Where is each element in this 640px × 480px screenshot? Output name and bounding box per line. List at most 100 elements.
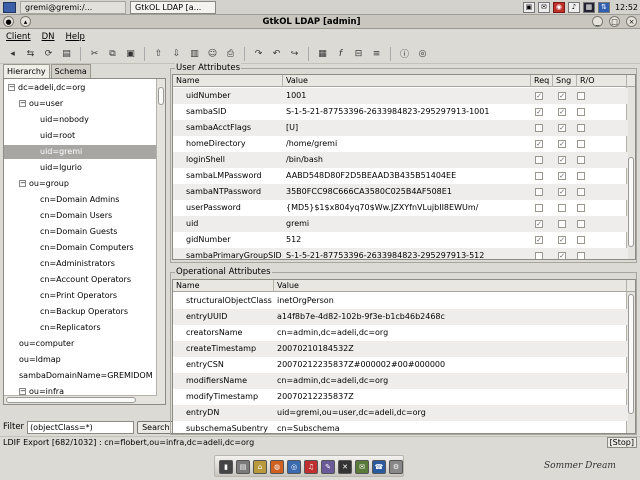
req-checkbox[interactable] <box>535 188 543 196</box>
upload-icon[interactable]: ⇧ <box>151 46 166 61</box>
ldif-icon[interactable]: ≡ <box>369 46 384 61</box>
tab-schema[interactable]: Schema <box>50 64 91 78</box>
ro-checkbox[interactable] <box>577 172 585 180</box>
attribute-value[interactable]: S-1-5-21-87753396-2633984823-295297913-1… <box>283 104 531 120</box>
table-row[interactable]: subschemaSubentry cn=Subschema <box>173 421 628 433</box>
tree-node[interactable]: cn=Account Operators <box>40 273 131 287</box>
table-icon[interactable]: ▦ <box>315 46 330 61</box>
minimize-icon[interactable]: _ <box>592 16 603 27</box>
sng-checkbox[interactable]: ✓ <box>558 108 566 116</box>
table-row[interactable]: sambaPrimaryGroupSID S-1-5-21-87753396-26… <box>173 248 628 259</box>
attribute-value[interactable]: AABD548D80F2D5BEAAD3B435B51404EE <box>283 168 531 184</box>
dock-mail-icon[interactable]: ✉ <box>355 460 369 474</box>
col-value[interactable]: Value <box>283 75 531 87</box>
req-checkbox[interactable] <box>535 172 543 180</box>
task-terminal[interactable]: gremi@gremi:/... <box>20 0 126 14</box>
document-icon[interactable]: ▤ <box>59 46 74 61</box>
attribute-value[interactable]: 1001 <box>283 88 531 104</box>
req-checkbox[interactable] <box>535 156 543 164</box>
tree-collapse-icon[interactable]: − <box>8 84 15 91</box>
req-checkbox[interactable] <box>535 252 543 259</box>
connect-icon[interactable]: ⇆ <box>23 46 38 61</box>
col-req[interactable]: Req <box>531 75 553 87</box>
col-ro[interactable]: R/O <box>577 75 627 87</box>
table-row[interactable]: modifiersName cn=admin,dc=adeli,dc=org <box>173 373 628 389</box>
redo-icon[interactable]: ↷ <box>251 46 266 61</box>
menu-dn[interactable]: DN <box>42 32 55 42</box>
tree-node[interactable]: cn=Backup Operators <box>40 305 128 319</box>
tree-node[interactable]: cn=Domain Computers <box>40 241 134 255</box>
schema-icon[interactable]: ▥ <box>187 46 202 61</box>
tree-collapse-icon[interactable]: − <box>19 388 26 395</box>
req-checkbox[interactable] <box>535 124 543 132</box>
shade-icon[interactable]: ▴ <box>20 16 31 27</box>
dock-settings-icon[interactable]: ⚙ <box>389 460 403 474</box>
tree-horizontal-scrollbar[interactable] <box>4 395 157 404</box>
attribute-value[interactable]: S-1-5-21-87753396-2633984823-295297913-5… <box>283 248 531 259</box>
tree-hscroll-thumb[interactable] <box>6 397 136 403</box>
col-sng[interactable]: Sng <box>553 75 577 87</box>
ro-checkbox[interactable] <box>577 188 585 196</box>
tree-node[interactable]: cn=Domain Users <box>40 209 112 223</box>
function-icon[interactable]: f <box>333 46 348 61</box>
tree-node[interactable]: uid=gremi <box>4 145 157 159</box>
tree-node[interactable]: cn=Print Operators <box>40 289 117 303</box>
dock-home-icon[interactable]: ⌂ <box>253 460 267 474</box>
table-row[interactable]: userPassword {MD5}$1$x804yq70$Ww.JZXYfnVL… <box>173 200 628 216</box>
tree-collapse-icon[interactable]: − <box>19 100 26 107</box>
sng-checkbox[interactable]: ✓ <box>558 140 566 148</box>
table-row[interactable]: uid gremi ✓ <box>173 216 628 232</box>
tree-node[interactable]: ou=computer <box>19 337 74 351</box>
attribute-value[interactable]: /home/gremi <box>283 136 531 152</box>
user-attributes-table[interactable]: Name Value Req Sng R/O uidNumber 1001 ✓ ✓ sa… <box>172 74 636 260</box>
dock-x-icon[interactable]: ✕ <box>338 460 352 474</box>
table-row[interactable]: modifyTimestamp 20070212235837Z <box>173 389 628 405</box>
table-row[interactable]: sambaLMPassword AABD548D80F2D5BEAAD3B435B… <box>173 168 628 184</box>
attribute-value[interactable]: gremi <box>283 216 531 232</box>
table-row[interactable]: createTimestamp 20070210184532Z <box>173 341 628 357</box>
req-checkbox[interactable]: ✓ <box>535 236 543 244</box>
table-row[interactable]: sambaNTPassword 35B0FCC98C666CA3580C025B4… <box>173 184 628 200</box>
attribute-value[interactable]: [U] <box>283 120 531 136</box>
attribute-value[interactable]: 35B0FCC98C666CA3580C025B4AF508E1 <box>283 184 531 200</box>
table-row[interactable]: entryDN uid=gremi,ou=user,dc=adeli,dc=org <box>173 405 628 421</box>
tray-monitor-icon[interactable]: ▦ <box>582 1 595 13</box>
dock-irc-icon[interactable]: ☎ <box>372 460 386 474</box>
tree-node[interactable]: − ou=user <box>19 97 63 111</box>
tree-node[interactable]: cn=Replicators <box>40 321 101 335</box>
ro-checkbox[interactable] <box>577 236 585 244</box>
ro-checkbox[interactable] <box>577 108 585 116</box>
copy-icon[interactable]: ⧉ <box>105 46 120 61</box>
ro-checkbox[interactable] <box>577 140 585 148</box>
stop-button[interactable]: [Stop] <box>606 437 637 448</box>
tree-node[interactable]: cn=Domain Admins <box>40 193 119 207</box>
col-op-name[interactable]: Name <box>173 280 274 292</box>
col-name[interactable]: Name <box>173 75 283 87</box>
table-row[interactable]: structuralObjectClass inetOrgPerson <box>173 293 628 309</box>
filter-input[interactable] <box>27 420 135 434</box>
tray-app-icon[interactable]: ▣ <box>522 1 535 13</box>
dock-editor-icon[interactable]: ✎ <box>321 460 335 474</box>
dock-music-icon[interactable]: ♫ <box>304 460 318 474</box>
forward-icon[interactable]: ↪ <box>287 46 302 61</box>
info-icon[interactable]: ⓘ <box>397 46 412 61</box>
tray-debian-icon[interactable]: ◉ <box>552 1 565 13</box>
tree-node[interactable]: sambaDomainName=GREMIDOM <box>19 369 153 383</box>
req-checkbox[interactable]: ✓ <box>535 220 543 228</box>
tree-node[interactable]: − ou=group <box>19 177 69 191</box>
menu-help[interactable]: Help <box>66 32 85 42</box>
tray-network-icon[interactable]: ⇅ <box>597 1 610 13</box>
dock-files-icon[interactable]: ▤ <box>236 460 250 474</box>
dock-firefox-icon[interactable]: ◍ <box>270 460 284 474</box>
sng-checkbox[interactable]: ✓ <box>558 156 566 164</box>
table-row[interactable]: sambaSID S-1-5-21-87753396-2633984823-295… <box>173 104 628 120</box>
sng-checkbox[interactable] <box>558 220 566 228</box>
user-attributes-scroll-thumb[interactable] <box>628 157 634 247</box>
download-icon[interactable]: ⇩ <box>169 46 184 61</box>
tray-volume-icon[interactable]: ♪ <box>567 1 580 13</box>
operational-attributes-scroll-thumb[interactable] <box>628 294 634 414</box>
tree-node[interactable]: uid=nobody <box>40 113 89 127</box>
table-row[interactable]: entryCSN 20070212235837Z#000002#00#000000 <box>173 357 628 373</box>
table-row[interactable]: gidNumber 512 ✓ ✓ <box>173 232 628 248</box>
sng-checkbox[interactable]: ✓ <box>558 188 566 196</box>
